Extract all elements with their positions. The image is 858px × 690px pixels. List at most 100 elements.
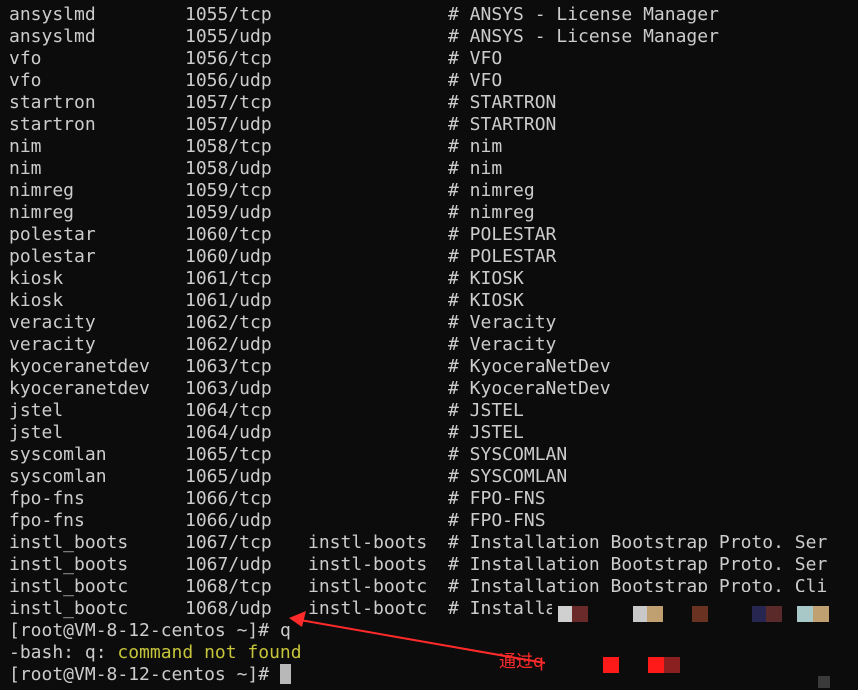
- service-port: 1058/tcp: [185, 136, 272, 157]
- redaction-mosaic: [647, 606, 663, 622]
- service-port: 1060/tcp: [185, 224, 272, 245]
- service-name: jstel: [9, 422, 64, 443]
- service-name: veracity: [9, 312, 96, 333]
- service-comment: # KyoceraNetDev: [448, 356, 611, 377]
- service-comment: # ANSYS - License Manager: [448, 4, 719, 25]
- service-comment: # POLESTAR: [448, 246, 557, 267]
- service-comment: # JSTEL: [448, 400, 524, 421]
- service-name: polestar: [9, 224, 96, 245]
- service-name: fpo-fns: [9, 510, 85, 531]
- service-port: 1060/udp: [185, 246, 272, 267]
- service-name: ansyslmd: [9, 26, 96, 47]
- service-port: 1066/tcp: [185, 488, 272, 509]
- service-port: 1061/udp: [185, 290, 272, 311]
- service-name: vfo: [9, 70, 42, 91]
- redaction-mosaic: [664, 657, 680, 673]
- service-comment: # nimreg: [448, 202, 535, 223]
- service-name: syscomlan: [9, 444, 107, 465]
- error-line: -bash: q: command not found: [9, 642, 302, 664]
- service-alias: instl-boots: [308, 532, 428, 553]
- service-comment: # Installa: [448, 598, 557, 619]
- service-comment: # ANSYS - License Manager: [448, 26, 719, 47]
- service-comment: # Veracity: [448, 334, 557, 355]
- redaction-mosaic: [558, 606, 572, 622]
- service-name: startron: [9, 92, 96, 113]
- service-name: instl_boots: [9, 532, 129, 553]
- service-name: nimreg: [9, 180, 75, 201]
- service-name: nimreg: [9, 202, 75, 223]
- redaction-mosaic: [766, 606, 782, 622]
- service-port: 1061/tcp: [185, 268, 272, 289]
- service-name: polestar: [9, 246, 96, 267]
- service-port: 1063/tcp: [185, 356, 272, 377]
- service-comment: # SYSCOMLAN: [448, 444, 568, 465]
- service-port: 1059/udp: [185, 202, 272, 223]
- prompt-line-1: [root@VM-8-12-centos ~]# q: [9, 620, 291, 642]
- service-alias: instl-bootc: [308, 598, 428, 619]
- service-port: 1067/udp: [185, 554, 272, 575]
- shell-prompt: [root@VM-8-12-centos ~]#: [9, 620, 280, 641]
- service-name: instl_bootc: [9, 598, 129, 619]
- redaction-mosaic: [813, 606, 829, 622]
- service-comment: # VFO: [448, 48, 503, 69]
- service-name: kyoceranetdev: [9, 356, 150, 377]
- prompt-line-2[interactable]: [root@VM-8-12-centos ~]#: [9, 664, 291, 686]
- service-comment: # STARTRON: [448, 114, 557, 135]
- shell-prompt: [root@VM-8-12-centos ~]#: [9, 664, 280, 685]
- redaction-mosaic: [572, 606, 588, 622]
- service-port: 1067/tcp: [185, 532, 272, 553]
- service-comment: # nimreg: [448, 180, 535, 201]
- redaction-mosaic: [752, 606, 766, 622]
- service-port: 1055/tcp: [185, 4, 272, 25]
- service-port: 1059/tcp: [185, 180, 272, 201]
- service-comment: # JSTEL: [448, 422, 524, 443]
- service-name: startron: [9, 114, 96, 135]
- redaction-mosaic: [797, 606, 813, 622]
- service-port: 1058/udp: [185, 158, 272, 179]
- service-name: kyoceranetdev: [9, 378, 150, 399]
- service-comment: # VFO: [448, 70, 503, 91]
- service-port: 1057/udp: [185, 114, 272, 135]
- redaction-mosaic: [692, 606, 708, 622]
- service-comment: # KIOSK: [448, 268, 524, 289]
- service-port: 1068/tcp: [185, 576, 272, 597]
- error-message: command not found: [117, 642, 302, 663]
- service-comment: # Installation Bootstrap Proto. Ser: [448, 554, 828, 575]
- service-comment: # KIOSK: [448, 290, 524, 311]
- service-name: veracity: [9, 334, 96, 355]
- service-name: jstel: [9, 400, 64, 421]
- service-name: kiosk: [9, 268, 64, 289]
- typed-command: q: [279, 620, 291, 641]
- service-port: 1066/udp: [185, 510, 272, 531]
- service-name: syscomlan: [9, 466, 107, 487]
- service-name: nim: [9, 158, 42, 179]
- service-port: 1056/udp: [185, 70, 272, 91]
- service-comment: # Veracity: [448, 312, 557, 333]
- service-comment: # STARTRON: [448, 92, 557, 113]
- service-port: 1064/tcp: [185, 400, 272, 421]
- service-name: instl_boots: [9, 554, 129, 575]
- annotation-label: 通过q: [499, 652, 544, 672]
- service-name: kiosk: [9, 290, 64, 311]
- service-port: 1064/udp: [185, 422, 272, 443]
- service-port: 1065/udp: [185, 466, 272, 487]
- service-name: vfo: [9, 48, 42, 69]
- service-name: instl_bootc: [9, 576, 129, 597]
- service-comment: # nim: [448, 136, 503, 157]
- redaction-mosaic: [648, 657, 664, 673]
- service-comment: # Installation Bootstrap Proto. Ser: [448, 532, 828, 553]
- service-port: 1062/udp: [185, 334, 272, 355]
- service-port: 1063/udp: [185, 378, 272, 399]
- text-cursor: [279, 664, 291, 684]
- redaction-mosaic: [633, 606, 647, 622]
- service-name: nim: [9, 136, 42, 157]
- terminal-window[interactable]: ansyslmd 1055/tcp # ANSYS - License Manage…: [0, 0, 858, 690]
- service-comment: # SYSCOMLAN: [448, 466, 568, 487]
- service-port: 1056/tcp: [185, 48, 272, 69]
- service-name: fpo-fns: [9, 488, 85, 509]
- service-name: ansyslmd: [9, 4, 96, 25]
- service-comment: # KyoceraNetDev: [448, 378, 611, 399]
- service-port: 1068/udp: [185, 598, 272, 619]
- service-comment: # FPO-FNS: [448, 488, 546, 509]
- service-comment: # nim: [448, 158, 503, 179]
